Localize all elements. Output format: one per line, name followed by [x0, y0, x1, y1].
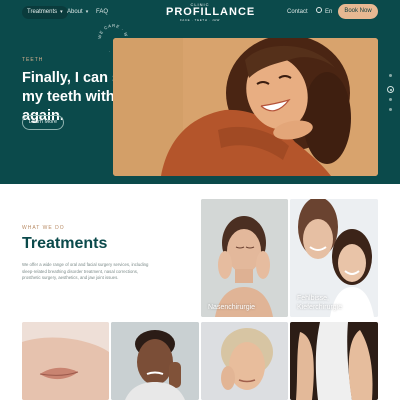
hero-slider-pagination — [387, 74, 395, 114]
treatment-card-jaw-pain[interactable] — [111, 322, 199, 400]
slider-dot-2-active[interactable] — [387, 86, 394, 93]
hero-image-smiling-woman — [113, 38, 378, 176]
tile-label-line-1: Fehlbisse, — [297, 295, 329, 302]
nav-contact-link[interactable]: Contact — [287, 6, 308, 19]
treatment-card-label: Fehlbisse, Kieferchirurgie — [297, 295, 342, 312]
nav-treatments-label: Treatments — [27, 9, 58, 15]
treatment-card-fehlbisse[interactable]: Fehlbisse, Kieferchirurgie — [290, 199, 378, 317]
slider-dot-1[interactable] — [389, 74, 392, 77]
nav-about-dropdown[interactable]: About ▾ — [67, 6, 88, 19]
treatments-description: We offer a wide range of oral and facial… — [22, 262, 149, 281]
language-label: En — [325, 9, 333, 15]
older-woman-face-image — [201, 322, 288, 400]
nav-about-label: About — [67, 9, 83, 15]
nav-faq-link[interactable]: FAQ — [96, 6, 108, 19]
slider-dot-4[interactable] — [389, 108, 392, 111]
chevron-down-icon: ▾ — [60, 9, 63, 15]
slider-dot-3[interactable] — [389, 98, 392, 101]
treatments-eyebrow: WHAT WE DO — [22, 225, 65, 231]
nav-treatments-dropdown[interactable]: Treatments ▾ — [22, 6, 68, 19]
treatments-heading: Treatments — [22, 235, 108, 252]
chevron-down-icon: ▾ — [85, 9, 89, 15]
logo-wordmark: PROFILLANCE — [166, 6, 256, 18]
treatment-card-label: Nasenchirurgie — [208, 303, 256, 311]
man-jaw-pain-image — [111, 322, 199, 400]
top-navigation: Treatments ▾ About ▾ FAQ CLINIC PROFILLANC… — [0, 0, 400, 26]
woman-touching-face-image — [201, 199, 288, 317]
learn-more-button[interactable]: Learn More — [22, 115, 64, 130]
treatment-card-aesthetics[interactable] — [201, 322, 288, 400]
hero-eyebrow: TEETH — [22, 57, 44, 63]
language-switcher[interactable]: En — [316, 6, 332, 19]
treatment-card-profile[interactable] — [290, 322, 378, 400]
lips-closeup-image — [22, 322, 109, 400]
clinic-logo[interactable]: CLINIC PROFILLANCE FACE · TEETH · JAW — [166, 2, 256, 24]
tile-label-line-2: Kieferchirurgie — [297, 303, 343, 311]
book-now-button[interactable]: Book Now — [338, 4, 378, 19]
hero-section: Treatments ▾ About ▾ FAQ CLINIC PROFILLANC… — [0, 0, 400, 184]
treatment-card-nasenchirurgie[interactable]: Nasenchirurgie — [201, 199, 288, 317]
logo-tagline: FACE · TEETH · JAW — [180, 18, 220, 22]
woman-profile-image — [290, 322, 378, 400]
globe-icon — [316, 7, 322, 14]
treatment-card-lips[interactable] — [22, 322, 109, 400]
